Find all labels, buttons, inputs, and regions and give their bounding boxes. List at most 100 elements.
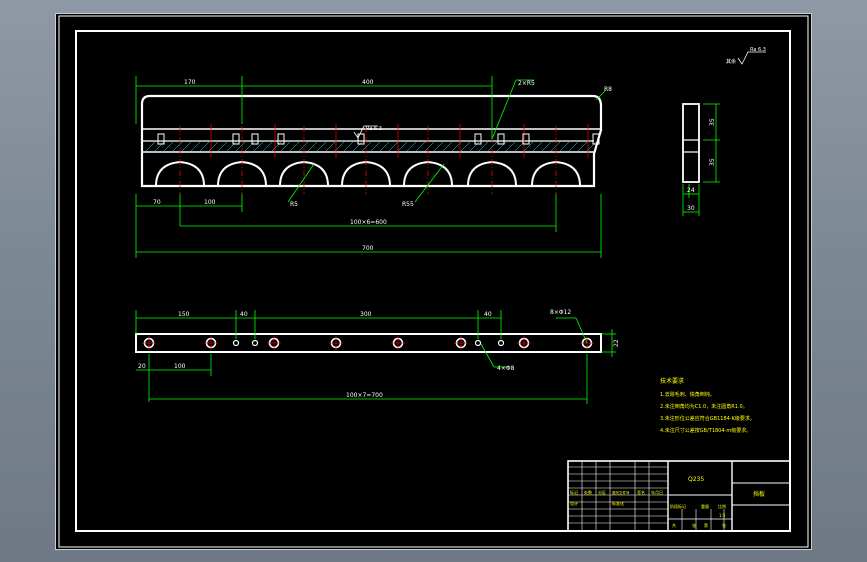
side-dim-height-bottom: 35 [709,158,716,166]
hatch-line [199,141,210,152]
plan-dim-middle: 300 [360,311,372,318]
hatch-line [433,141,444,152]
side-view: 35 35 24 30 [682,103,720,216]
boss-2 [232,133,240,145]
tech-requirements: 技术要求 1.去除毛刺、锐角倒钝。 2.未注倒角均为C1.0，未注圆角R1.0。… [660,377,755,434]
plan-holes [142,336,594,350]
title-row-count: 处数 [584,489,592,495]
plan-dim-width: 22 [613,339,620,347]
title-row-date: 年月日 [651,489,663,495]
hatch-line [505,141,516,152]
hatch-line [217,141,228,152]
title-scale: 1:5 [719,513,726,518]
front-arches [155,160,581,187]
dim-arch-radius-big: R55 [402,201,414,208]
hatch-line [487,141,498,152]
title-material: Q235 [688,476,704,483]
hatch-line [289,141,300,152]
plan-small-holes: 4×Φ8 [497,365,515,372]
hatch-line [361,141,372,152]
hatch-line [397,141,408,152]
dim-pitch-total: 100×6=600 [350,219,387,226]
title-sheet-of-2: 张 [722,522,726,528]
plan-small-hole-3 [474,339,482,347]
boss-6 [474,133,482,145]
tech-req-item-4: 4.未注尺寸公差按GB/T1804-m级要求。 [660,427,751,434]
hatch-line [541,141,552,152]
boss-1 [157,133,165,145]
hatch-line [478,141,489,152]
hatch-line [577,141,588,152]
hatch-line [379,141,390,152]
hatch-line [280,141,291,152]
hatch-line [415,141,426,152]
hatch-line [370,141,381,152]
hatch-line [145,141,156,152]
side-dim-thick-inner: 24 [687,187,695,194]
title-designer: 设计 [570,500,578,506]
boss-3 [251,133,259,145]
cad-viewport: 170 400 2×R5 R8 70 100 R5 R55 100×6=600 … [55,13,812,550]
hatch-line [343,141,354,152]
hatch-line [460,141,471,152]
front-view: 170 400 2×R5 R8 70 100 R5 R55 100×6=600 … [135,76,612,258]
dim-bottom-pitch: 100 [204,199,216,206]
hatch-line [316,141,327,152]
dim-left-offset: 170 [184,79,196,86]
hatch-line [262,141,273,152]
dim-radius-callout: 2×R5 [518,80,535,87]
hatch-line [235,141,246,152]
plan-view: 150 40 300 40 8×Φ12 20 100 4×Φ8 22 100×7… [135,309,620,404]
plan-dim-small-gap-right: 40 [484,311,492,318]
plan-small-hole-4 [497,339,505,347]
hatch-line [532,141,543,152]
hatch-line [163,141,174,152]
title-row-doc: 更改文件号 [612,490,630,495]
title-row-sign: 签名 [637,489,645,495]
tech-req-item-1: 1.去除毛刺、锐角倒钝。 [660,391,715,398]
hatch-line [172,141,183,152]
drawing-canvas: 170 400 2×R5 R8 70 100 R5 R55 100×6=600 … [58,15,809,548]
hatch-line [244,141,255,152]
hatch-line [388,141,399,152]
title-row-zone: 分区 [598,489,606,495]
hatch-line [442,141,453,152]
hatch-line [154,141,165,152]
boss-7 [497,133,505,145]
tech-req-item-2: 2.未注倒角均为C1.0，未注圆角R1.0。 [660,403,748,410]
corner-roughness-value: Ra 6.3 [750,47,766,53]
side-dim-thick-outer: 30 [687,205,695,212]
hatch-line [424,141,435,152]
dim-arch-radius: R5 [290,201,298,208]
plan-hole-callout: 8×Φ12 [550,309,571,316]
plan-dim-pitch-total: 100×7=700 [346,392,383,399]
title-sheet-of: 张 [692,522,696,528]
hatch-line [208,141,219,152]
hatch-line [307,141,318,152]
title-standard: 标准化 [612,500,624,506]
hatch-line [568,141,579,152]
dim-bottom-left: 70 [153,199,161,206]
hatch-line [550,141,561,152]
dim-span-top: 400 [362,79,374,86]
dim-end-radius: R8 [604,86,612,93]
corner-roughness-prefix: 其余 [726,58,736,65]
side-dim-height-top: 35 [709,118,716,126]
plan-small-hole-2 [251,339,259,347]
plan-dim-first-pitch: 100 [174,363,186,370]
plan-dim-end-offset: 20 [138,363,146,370]
title-stage-label: 阶段标记 [670,503,686,509]
title-weight: 重量 [701,503,709,509]
front-roughness-note: Ra 6.3 [366,126,382,132]
title-row-mark: 标记 [570,489,578,495]
hatch-line [298,141,309,152]
title-block: Q235 挡板 阶段标记 重量 比例 1:5 共 张 第 张 标记 处数 分区 … [567,460,791,532]
plan-dim-small-gap-left: 40 [240,311,248,318]
hatch-line [271,141,282,152]
dim-overall: 700 [362,245,374,252]
title-page: 第 [704,522,708,528]
hatch-line [190,141,201,152]
corner-roughness: 其余 Ra 6.3 [726,47,766,65]
plan-dim-left: 150 [178,311,190,318]
title-ratio-label: 比例 [718,503,726,509]
